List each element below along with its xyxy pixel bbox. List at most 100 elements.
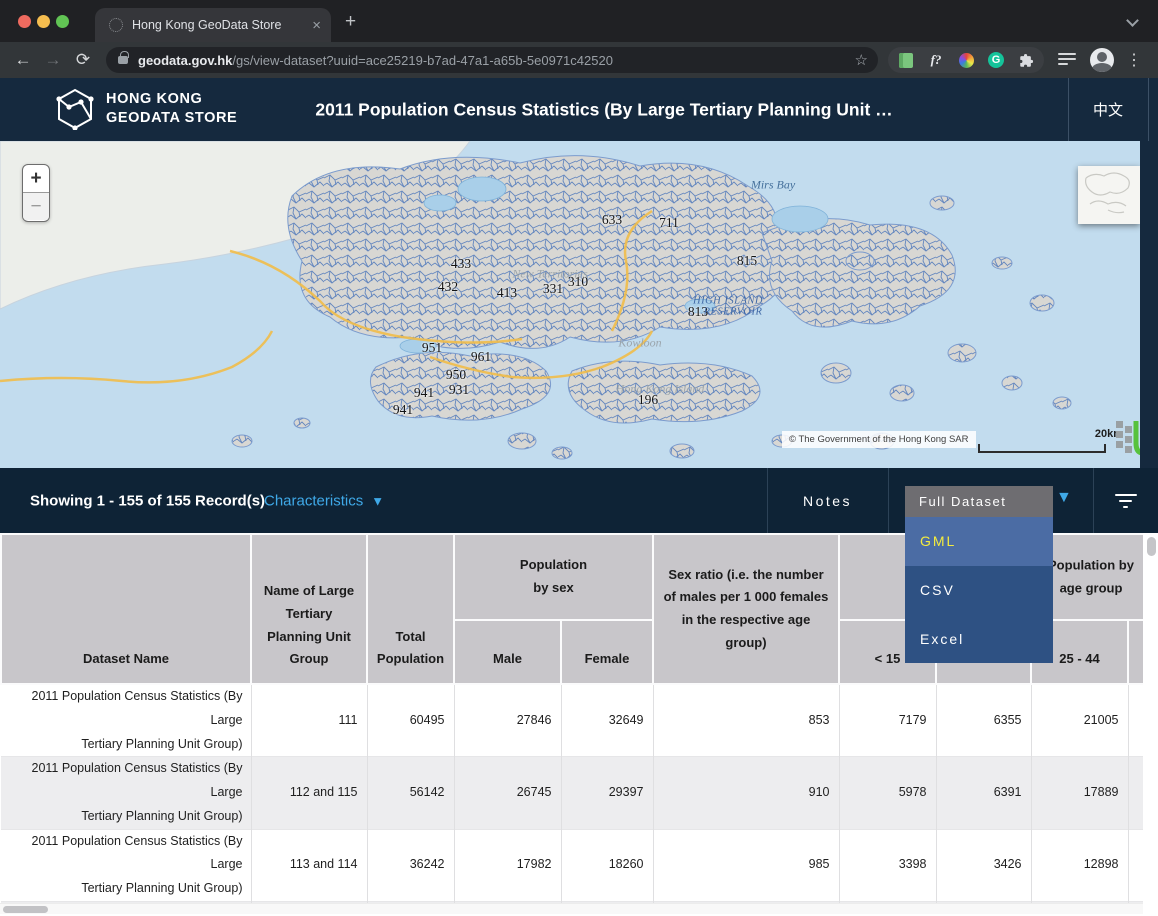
table-row[interactable]: 2011 Population Census Statistics (By La… — [1, 829, 1143, 901]
cell-dataset-name: 2011 Population Census Statistics (By La… — [1, 684, 251, 757]
bookmark-star-icon[interactable]: ☆ — [855, 51, 868, 69]
cell-female: 18260 — [561, 829, 653, 901]
cell-partial — [1128, 829, 1143, 901]
window-close-button[interactable] — [18, 15, 31, 28]
map-unit-label: 815 — [737, 253, 757, 269]
profile-avatar[interactable] — [1090, 48, 1114, 72]
cell-age_15_24: 6391 — [936, 757, 1031, 829]
cell-sex_ratio: 853 — [653, 684, 839, 757]
table-row[interactable]: 2011 Population Census Statistics (By La… — [1, 684, 1143, 757]
col-header-female[interactable]: Female — [561, 620, 653, 684]
geodata-hexagon-logo-icon — [56, 88, 94, 130]
language-toggle-button[interactable]: 中文 — [1068, 78, 1148, 141]
characteristics-triangle-icon: ▼ — [371, 493, 384, 508]
extensions-puzzle-icon[interactable] — [1018, 52, 1034, 68]
export-option-excel[interactable]: Excel — [905, 614, 1053, 663]
colorwheel-extension-icon[interactable] — [958, 52, 974, 68]
map-unit-label: 711 — [659, 215, 679, 231]
screen: Hong Kong GeoData Store × + ← → ⟳ geodat… — [0, 0, 1158, 916]
col-header-group-name[interactable]: Name of Large Tertiary Planning Unit Gro… — [251, 534, 367, 684]
cell-group: 112 and 115 — [251, 757, 367, 829]
tab-title: Hong Kong GeoData Store — [132, 18, 304, 32]
cell-group: 113 and 114 — [251, 829, 367, 901]
page-title: 2011 Population Census Statistics (By La… — [315, 99, 892, 120]
vertical-scrollbar-thumb[interactable] — [1147, 537, 1156, 556]
function-extension-icon[interactable]: f? — [928, 52, 944, 68]
map-unit-label: 331 — [543, 281, 563, 297]
zoom-out-button[interactable]: − — [23, 193, 49, 220]
browser-tab[interactable]: Hong Kong GeoData Store × — [95, 8, 331, 42]
map-unit-label: 433 — [451, 256, 471, 272]
tab-search-chevron-icon[interactable] — [1126, 14, 1139, 27]
url-text: geodata.gov.hk/gs/view-dataset?uuid=ace2… — [138, 53, 847, 68]
col-header-total-population[interactable]: Total Population — [367, 534, 454, 684]
cell-age_lt15: 5978 — [839, 757, 936, 829]
full-dataset-triangle-icon[interactable]: ▼ — [1056, 489, 1072, 507]
record-count-text: Showing 1 - 155 of 155 Record(s) — [30, 492, 265, 509]
browser-menu-icon[interactable]: ⋮ — [1126, 50, 1142, 70]
url-path: /gs/view-dataset?uuid=ace25219-b7ad-47a1… — [232, 53, 613, 68]
map-unit-label: 951 — [422, 340, 442, 356]
map-unit-label: 941 — [393, 402, 413, 418]
horizontal-scrollbar-thumb[interactable] — [3, 906, 48, 913]
forward-button[interactable]: → — [38, 50, 68, 70]
cell-age_lt15: 7179 — [839, 684, 936, 757]
col-header-male[interactable]: Male — [454, 620, 561, 684]
map-place-label: New Territories — [512, 267, 587, 282]
col-header-dataset-name[interactable]: Dataset Name — [1, 534, 251, 684]
window-minimize-button[interactable] — [37, 15, 50, 28]
window-zoom-button[interactable] — [56, 15, 69, 28]
map-basemap — [0, 141, 1140, 468]
map-unit-label: 931 — [449, 382, 469, 398]
map-place-label: Kowloon — [618, 336, 661, 351]
sheets-extension-icon[interactable] — [898, 52, 914, 68]
grammarly-extension-icon[interactable]: G — [988, 52, 1004, 68]
map-place-label: Mirs Bay — [751, 178, 795, 193]
notes-button[interactable]: Notes — [767, 468, 888, 533]
horizontal-scrollbar[interactable] — [0, 903, 1143, 914]
map-unit-label: 633 — [602, 212, 622, 228]
back-button[interactable]: ← — [8, 50, 38, 70]
characteristics-label: Characteristics — [264, 492, 363, 509]
export-option-csv[interactable]: CSV — [905, 566, 1053, 615]
cell-age_25_44: 21005 — [1031, 684, 1128, 757]
characteristics-dropdown[interactable]: Characteristics ▼ — [264, 492, 384, 509]
map-unit-label: 941 — [414, 385, 434, 401]
map-side-strip — [1140, 141, 1158, 468]
cell-male: 27846 — [454, 684, 561, 757]
cell-age_15_24: 6355 — [936, 684, 1031, 757]
site-favicon-icon — [109, 18, 123, 32]
site-logo[interactable]: HONG KONG GEODATA STORE — [56, 88, 237, 130]
browser-toolbar: ← → ⟳ geodata.gov.hk/gs/view-dataset?uui… — [0, 42, 1158, 78]
reading-list-icon[interactable] — [1058, 53, 1076, 67]
export-format-dropdown: GMLCSVExcel — [905, 517, 1053, 663]
zoom-in-button[interactable]: + — [23, 165, 49, 193]
map-place-label: RESERVOIR — [704, 307, 763, 318]
cell-age_lt15: 3398 — [839, 829, 936, 901]
site-header: HONG KONG GEODATA STORE 2011 Population … — [0, 78, 1158, 141]
cell-sex_ratio: 910 — [653, 757, 839, 829]
url-host: geodata.gov.hk — [138, 53, 232, 68]
cell-male: 17982 — [454, 829, 561, 901]
overview-map-thumbnail[interactable] — [1078, 166, 1140, 224]
cell-female: 32649 — [561, 684, 653, 757]
export-option-gml[interactable]: GML — [905, 517, 1053, 566]
tab-close-icon[interactable]: × — [312, 17, 321, 34]
group-header-population-by-sex: Population by sex — [454, 534, 653, 620]
csdi-logo-icon — [1114, 417, 1140, 459]
cell-dataset-name: 2011 Population Census Statistics (By La… — [1, 829, 251, 901]
cell-dataset-name: 2011 Population Census Statistics (By La… — [1, 757, 251, 829]
cell-total: 36242 — [367, 829, 454, 901]
col-header-sex-ratio[interactable]: Sex ratio (i.e. the number of males per … — [653, 534, 839, 684]
table-row[interactable]: 2011 Population Census Statistics (By La… — [1, 757, 1143, 829]
reload-button[interactable]: ⟳ — [68, 50, 98, 70]
filter-button[interactable] — [1093, 468, 1158, 533]
map-place-label: Hong Kong Island — [616, 382, 705, 397]
cell-age_15_24: 3426 — [936, 829, 1031, 901]
toolbar-divider — [888, 468, 889, 533]
col-header-age-next-partial — [1128, 620, 1143, 684]
full-dataset-select[interactable]: Full Dataset — [905, 486, 1053, 517]
address-bar[interactable]: geodata.gov.hk/gs/view-dataset?uuid=ace2… — [106, 47, 878, 73]
map-viewport[interactable]: 6337114334324133313108158139519619509319… — [0, 141, 1140, 468]
new-tab-button[interactable]: + — [345, 12, 356, 31]
